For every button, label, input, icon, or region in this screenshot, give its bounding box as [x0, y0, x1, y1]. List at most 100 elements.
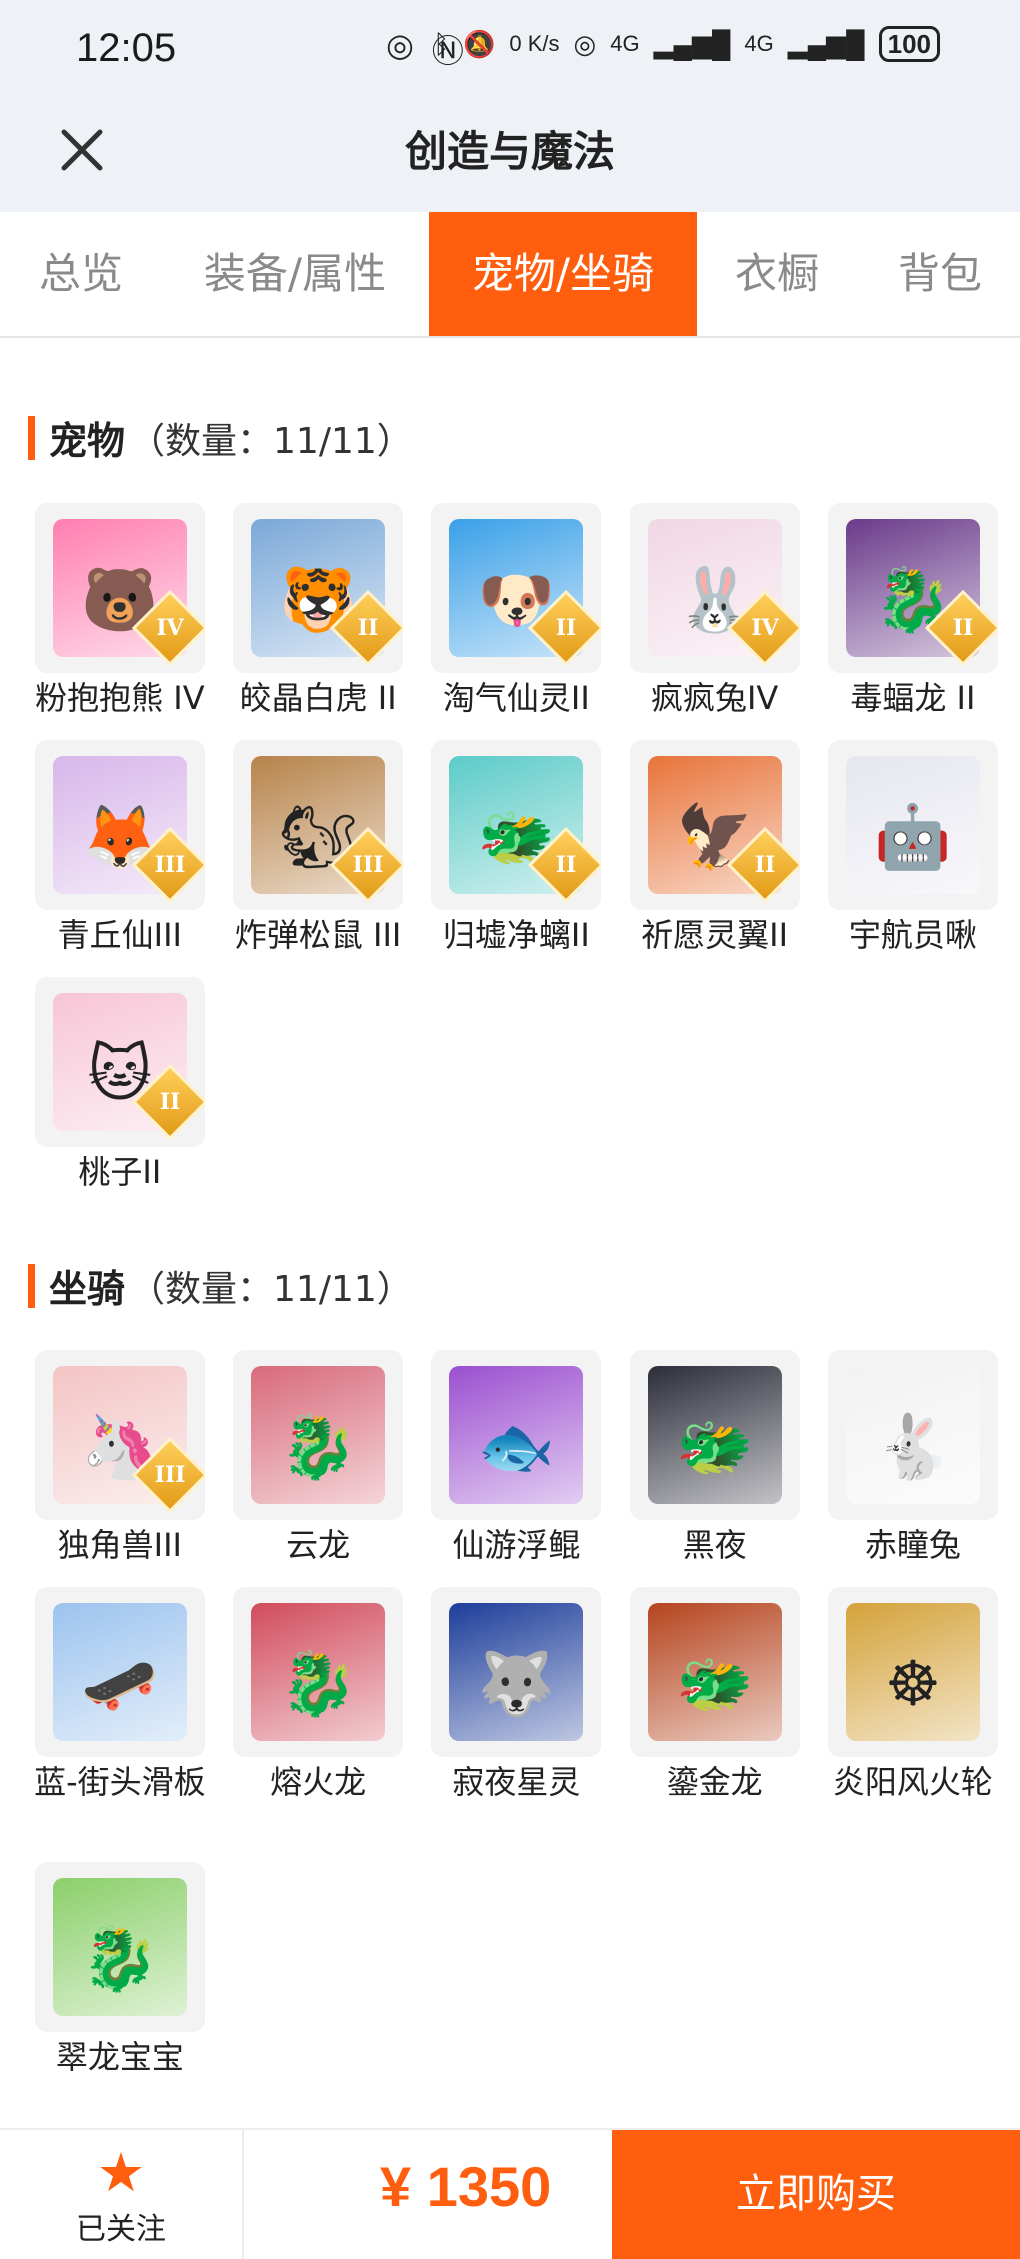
buy-now-button[interactable]: 立即购买	[612, 2130, 1020, 2259]
status-time: 12:05	[76, 26, 177, 70]
tier-badge-text: II	[357, 615, 379, 641]
item-name: 炎阳风火轮	[832, 1763, 993, 1801]
item-glyph: 🐲	[676, 1410, 754, 1483]
item-name: 毒蝠龙 II	[850, 679, 976, 717]
item-glyph: 🐺	[477, 1647, 555, 1720]
night-dragon-icon: 🐲	[647, 1366, 782, 1504]
item-thumbnail: 🐶 II	[431, 503, 602, 673]
tier-badge-text: III	[154, 1462, 186, 1488]
grid-item[interactable]: 🛹 蓝-街头滑板	[26, 1587, 214, 1801]
tier-badge-text: III	[352, 852, 384, 878]
lava-dragon-icon: 🐉	[251, 1603, 386, 1741]
signal-2: 4G	[744, 31, 774, 56]
item-thumbnail: 🦅 II	[629, 740, 800, 910]
item-name: 云龙	[286, 1526, 351, 1564]
tab-overview[interactable]: 总览	[0, 212, 162, 336]
item-thumbnail: 🐇	[827, 1350, 998, 1520]
battery-level: 100	[878, 26, 940, 62]
item-thumbnail: 🐲	[629, 1587, 800, 1757]
grid-item[interactable]: 🤖 宇航员啾	[819, 740, 1007, 954]
fire-wheel-icon: ☸	[845, 1603, 980, 1741]
tier-badge-text: II	[556, 852, 577, 878]
item-glyph: 🤖	[874, 800, 952, 873]
item-thumbnail: 🐰 IV	[629, 503, 800, 673]
tab-backpack[interactable]: 背包	[872, 212, 1008, 336]
tab-pets-mounts[interactable]: 宠物/坐骑	[429, 212, 697, 336]
gold-dragon-icon: 🐲	[647, 1603, 782, 1741]
item-glyph: 🐉	[279, 1410, 357, 1483]
grid-item[interactable]: 🐻 IV 粉抱抱熊 IV	[26, 503, 214, 717]
item-thumbnail: 🛹	[34, 1587, 205, 1757]
grid-item[interactable]: ☸ 炎阳风火轮	[819, 1587, 1007, 1801]
bottom-bar: ★ 已关注 ¥ 1350 立即购买	[0, 2128, 1020, 2259]
grid-item[interactable]: 🐲 黑夜	[621, 1350, 809, 1564]
grid-item[interactable]: 🐲 II 归墟净螭II	[422, 740, 610, 954]
grid-item[interactable]: 🐰 IV 疯疯兔IV	[621, 503, 809, 717]
item-thumbnail: 🤖	[827, 740, 998, 910]
item-name: 蓝-街头滑板	[34, 1763, 206, 1801]
grid-item[interactable]: 🐉 II 毒蝠龙 II	[819, 503, 1007, 717]
item-thumbnail: 🐉	[233, 1350, 404, 1520]
item-name: 桃子II	[78, 1153, 162, 1191]
item-name: 赤瞳兔	[864, 1526, 961, 1564]
grid-item[interactable]: 🐇 赤瞳兔	[819, 1350, 1007, 1564]
tab-equipment[interactable]: 装备/属性	[180, 212, 410, 336]
grid-item[interactable]: 🦄 III 独角兽III	[26, 1350, 214, 1564]
grid-item[interactable]: 🦊 III 青丘仙III	[26, 740, 214, 954]
item-thumbnail: 🦊 III	[34, 740, 205, 910]
item-name: 淘气仙灵II	[442, 679, 590, 717]
item-name: 祈愿灵翼II	[641, 916, 789, 954]
grid-item[interactable]: 🐺 寂夜星灵	[422, 1587, 610, 1801]
item-glyph: 🛹	[81, 1647, 159, 1720]
price: ¥ 1350	[380, 2155, 552, 2218]
title-bar: 创造与魔法	[0, 100, 1020, 212]
item-thumbnail: 🐿 III	[233, 740, 404, 910]
item-glyph: ☸	[885, 1647, 941, 1720]
grid-item[interactable]: 🐉 翠龙宝宝	[26, 1862, 214, 2076]
grid-item[interactable]: 🐯 II 皎晶白虎 II	[224, 503, 412, 717]
grid-item[interactable]: 🐟 仙游浮鲲	[422, 1350, 610, 1564]
page-title: 创造与魔法	[404, 127, 615, 176]
item-name: 仙游浮鲲	[452, 1526, 581, 1564]
item-thumbnail: 🦄 III	[34, 1350, 205, 1520]
pets-count: （数量：11/11）	[129, 420, 413, 462]
item-glyph: 🐟	[477, 1410, 555, 1483]
item-name: 鎏金龙	[666, 1763, 763, 1801]
item-thumbnail: ☸	[827, 1587, 998, 1757]
jade-dragon-baby-icon: 🐉	[52, 1878, 187, 2016]
grid-item[interactable]: 🐲 鎏金龙	[621, 1587, 809, 1801]
tier-badge-text: II	[754, 852, 775, 878]
pets-label: 宠物	[49, 419, 126, 463]
signal-bars-icon: ▂▄▆█	[787, 28, 865, 59]
item-name: 独角兽III	[57, 1526, 182, 1564]
flying-fish-icon: 🐟	[449, 1366, 584, 1504]
item-name: 黑夜	[682, 1526, 747, 1564]
item-glyph: 🐇	[874, 1410, 952, 1483]
item-glyph: 🐉	[81, 1922, 159, 1995]
net-speed: 0 K/s	[509, 31, 560, 56]
item-thumbnail: 🐲 II	[431, 740, 602, 910]
item-glyph: 🐉	[279, 1647, 357, 1720]
grid-item[interactable]: 🦅 II 祈愿灵翼II	[621, 740, 809, 954]
grid-item[interactable]: 🐉 熔火龙	[224, 1587, 412, 1801]
tier-badge-text: IV	[750, 615, 779, 641]
item-name: 皎晶白虎 II	[239, 679, 397, 717]
section-accent-bar	[28, 1263, 35, 1308]
tier-badge-text: II	[556, 615, 577, 641]
grid-item[interactable]: 🐿 III 炸弹松鼠 III	[224, 740, 412, 954]
item-thumbnail: 🐉	[233, 1587, 404, 1757]
item-thumbnail: 🐱 II	[34, 977, 205, 1147]
item-thumbnail: 🐉 II	[827, 503, 998, 673]
hotspot-icon: ◎	[386, 26, 414, 64]
skateboard-icon: 🛹	[52, 1603, 187, 1741]
star-icon: ★	[96, 2141, 146, 2204]
astronaut-icon: 🤖	[845, 756, 980, 894]
grid-item[interactable]: 🐶 II 淘气仙灵II	[422, 503, 610, 717]
item-thumbnail: 🐲	[629, 1350, 800, 1520]
tab-wardrobe[interactable]: 衣橱	[712, 212, 842, 336]
grid-item[interactable]: 🐱 II 桃子II	[26, 977, 214, 1191]
item-name: 炸弹松鼠 III	[234, 916, 402, 954]
signal-1: 4G	[610, 31, 640, 56]
grid-item[interactable]: 🐉 云龙	[224, 1350, 412, 1564]
follow-button[interactable]: ★ 已关注	[0, 2130, 244, 2259]
